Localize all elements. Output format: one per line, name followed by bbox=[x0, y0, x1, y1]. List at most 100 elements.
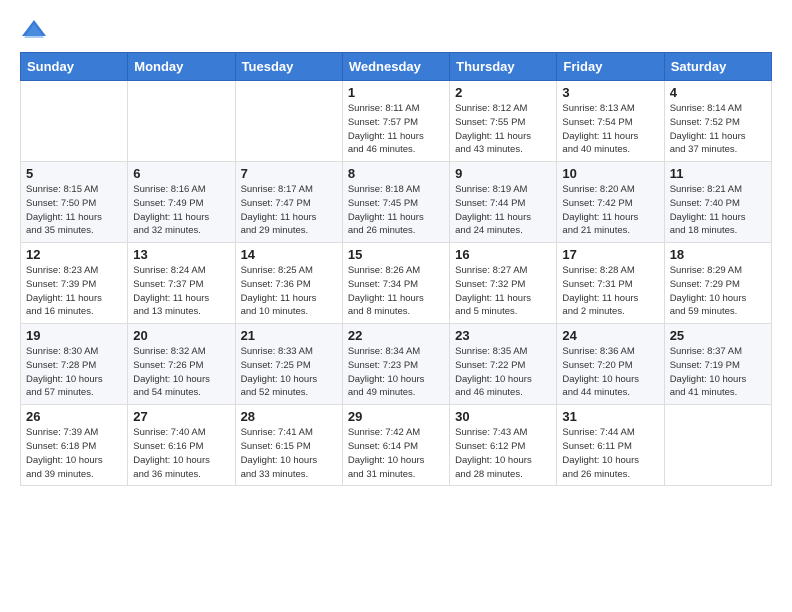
calendar-cell: 17Sunrise: 8:28 AM Sunset: 7:31 PM Dayli… bbox=[557, 243, 664, 324]
calendar-cell bbox=[664, 405, 771, 486]
day-info: Sunrise: 8:34 AM Sunset: 7:23 PM Dayligh… bbox=[348, 345, 444, 400]
day-info: Sunrise: 8:12 AM Sunset: 7:55 PM Dayligh… bbox=[455, 102, 551, 157]
calendar-cell: 6 Sunrise: 8:16 AM Sunset: 7:49 PM Daylig… bbox=[128, 162, 235, 243]
day-info: Sunrise: 8:18 AM Sunset: 7:45 PM Dayligh… bbox=[348, 183, 444, 238]
day-number: 6 bbox=[133, 166, 229, 181]
calendar-cell: 11 Sunrise: 8:21 AM Sunset: 7:40 PM Dayli… bbox=[664, 162, 771, 243]
day-number: 29 bbox=[348, 409, 444, 424]
calendar-cell: 21 Sunrise: 8:33 AM Sunset: 7:25 PM Dayli… bbox=[235, 324, 342, 405]
calendar-cell: 25 Sunrise: 8:37 AM Sunset: 7:19 PM Dayli… bbox=[664, 324, 771, 405]
day-info: Sunrise: 8:35 AM Sunset: 7:22 PM Dayligh… bbox=[455, 345, 551, 400]
calendar-cell: 18 Sunrise: 8:29 AM Sunset: 7:29 PM Dayli… bbox=[664, 243, 771, 324]
weekday-header-tuesday: Tuesday bbox=[235, 53, 342, 81]
day-info: Sunrise: 8:37 AM Sunset: 7:19 PM Dayligh… bbox=[670, 345, 766, 400]
day-number: 28 bbox=[241, 409, 337, 424]
day-number: 31 bbox=[562, 409, 658, 424]
day-number: 19 bbox=[26, 328, 122, 343]
weekday-header-sunday: Sunday bbox=[21, 53, 128, 81]
day-info: Sunrise: 8:36 AM Sunset: 7:20 PM Dayligh… bbox=[562, 345, 658, 400]
day-number: 5 bbox=[26, 166, 122, 181]
calendar-cell: 1 Sunrise: 8:11 AM Sunset: 7:57 PM Daylig… bbox=[342, 81, 449, 162]
day-info: Sunrise: 8:27 AM Sunset: 7:32 PM Dayligh… bbox=[455, 264, 551, 319]
calendar-cell: 20 Sunrise: 8:32 AM Sunset: 7:26 PM Dayli… bbox=[128, 324, 235, 405]
day-number: 18 bbox=[670, 247, 766, 262]
weekday-row: SundayMondayTuesdayWednesdayThursdayFrid… bbox=[21, 53, 772, 81]
day-number: 10 bbox=[562, 166, 658, 181]
day-number: 21 bbox=[241, 328, 337, 343]
day-info: Sunrise: 8:32 AM Sunset: 7:26 PM Dayligh… bbox=[133, 345, 229, 400]
day-info: Sunrise: 8:28 AM Sunset: 7:31 PM Dayligh… bbox=[562, 264, 658, 319]
day-info: Sunrise: 8:30 AM Sunset: 7:28 PM Dayligh… bbox=[26, 345, 122, 400]
day-number: 8 bbox=[348, 166, 444, 181]
calendar-cell: 28 Sunrise: 7:41 AM Sunset: 6:15 PM Dayli… bbox=[235, 405, 342, 486]
day-info: Sunrise: 7:44 AM Sunset: 6:11 PM Dayligh… bbox=[562, 426, 658, 481]
day-info: Sunrise: 7:40 AM Sunset: 6:16 PM Dayligh… bbox=[133, 426, 229, 481]
day-info: Sunrise: 8:20 AM Sunset: 7:42 PM Dayligh… bbox=[562, 183, 658, 238]
calendar-cell: 2 Sunrise: 8:12 AM Sunset: 7:55 PM Daylig… bbox=[450, 81, 557, 162]
calendar-cell: 14 Sunrise: 8:25 AM Sunset: 7:36 PM Dayli… bbox=[235, 243, 342, 324]
calendar-cell: 29 Sunrise: 7:42 AM Sunset: 6:14 PM Dayli… bbox=[342, 405, 449, 486]
day-number: 2 bbox=[455, 85, 551, 100]
calendar-week-3: 12 Sunrise: 8:23 AM Sunset: 7:39 PM Dayli… bbox=[21, 243, 772, 324]
calendar-cell: 5 Sunrise: 8:15 AM Sunset: 7:50 PM Daylig… bbox=[21, 162, 128, 243]
day-number: 4 bbox=[670, 85, 766, 100]
calendar-cell bbox=[128, 81, 235, 162]
day-info: Sunrise: 8:11 AM Sunset: 7:57 PM Dayligh… bbox=[348, 102, 444, 157]
calendar-cell: 13 Sunrise: 8:24 AM Sunset: 7:37 PM Dayli… bbox=[128, 243, 235, 324]
day-number: 13 bbox=[133, 247, 229, 262]
weekday-header-saturday: Saturday bbox=[664, 53, 771, 81]
calendar-cell bbox=[21, 81, 128, 162]
calendar-cell: 12 Sunrise: 8:23 AM Sunset: 7:39 PM Dayli… bbox=[21, 243, 128, 324]
day-number: 7 bbox=[241, 166, 337, 181]
calendar-body: 1 Sunrise: 8:11 AM Sunset: 7:57 PM Daylig… bbox=[21, 81, 772, 486]
day-info: Sunrise: 7:42 AM Sunset: 6:14 PM Dayligh… bbox=[348, 426, 444, 481]
day-info: Sunrise: 8:25 AM Sunset: 7:36 PM Dayligh… bbox=[241, 264, 337, 319]
weekday-header-monday: Monday bbox=[128, 53, 235, 81]
day-number: 9 bbox=[455, 166, 551, 181]
weekday-header-thursday: Thursday bbox=[450, 53, 557, 81]
day-info: Sunrise: 8:29 AM Sunset: 7:29 PM Dayligh… bbox=[670, 264, 766, 319]
day-number: 24 bbox=[562, 328, 658, 343]
day-number: 11 bbox=[670, 166, 766, 181]
day-number: 14 bbox=[241, 247, 337, 262]
day-info: Sunrise: 8:23 AM Sunset: 7:39 PM Dayligh… bbox=[26, 264, 122, 319]
day-info: Sunrise: 8:33 AM Sunset: 7:25 PM Dayligh… bbox=[241, 345, 337, 400]
weekday-header-wednesday: Wednesday bbox=[342, 53, 449, 81]
logo bbox=[20, 16, 52, 44]
day-number: 22 bbox=[348, 328, 444, 343]
day-number: 3 bbox=[562, 85, 658, 100]
calendar-week-4: 19 Sunrise: 8:30 AM Sunset: 7:28 PM Dayli… bbox=[21, 324, 772, 405]
day-number: 1 bbox=[348, 85, 444, 100]
day-number: 27 bbox=[133, 409, 229, 424]
day-number: 26 bbox=[26, 409, 122, 424]
page: SundayMondayTuesdayWednesdayThursdayFrid… bbox=[0, 0, 792, 502]
day-info: Sunrise: 8:24 AM Sunset: 7:37 PM Dayligh… bbox=[133, 264, 229, 319]
calendar-cell: 9Sunrise: 8:19 AM Sunset: 7:44 PM Daylig… bbox=[450, 162, 557, 243]
calendar-cell: 8 Sunrise: 8:18 AM Sunset: 7:45 PM Daylig… bbox=[342, 162, 449, 243]
calendar-table: SundayMondayTuesdayWednesdayThursdayFrid… bbox=[20, 52, 772, 486]
day-number: 16 bbox=[455, 247, 551, 262]
day-info: Sunrise: 8:13 AM Sunset: 7:54 PM Dayligh… bbox=[562, 102, 658, 157]
day-info: Sunrise: 8:16 AM Sunset: 7:49 PM Dayligh… bbox=[133, 183, 229, 238]
day-info: Sunrise: 7:41 AM Sunset: 6:15 PM Dayligh… bbox=[241, 426, 337, 481]
day-number: 30 bbox=[455, 409, 551, 424]
calendar-cell: 3 Sunrise: 8:13 AM Sunset: 7:54 PM Daylig… bbox=[557, 81, 664, 162]
calendar-cell: 30 Sunrise: 7:43 AM Sunset: 6:12 PM Dayli… bbox=[450, 405, 557, 486]
calendar-cell: 19 Sunrise: 8:30 AM Sunset: 7:28 PM Dayli… bbox=[21, 324, 128, 405]
day-number: 12 bbox=[26, 247, 122, 262]
calendar-cell: 15Sunrise: 8:26 AM Sunset: 7:34 PM Dayli… bbox=[342, 243, 449, 324]
calendar-cell: 27 Sunrise: 7:40 AM Sunset: 6:16 PM Dayli… bbox=[128, 405, 235, 486]
weekday-header-friday: Friday bbox=[557, 53, 664, 81]
day-number: 15 bbox=[348, 247, 444, 262]
day-info: Sunrise: 7:43 AM Sunset: 6:12 PM Dayligh… bbox=[455, 426, 551, 481]
calendar-week-5: 26 Sunrise: 7:39 AM Sunset: 6:18 PM Dayli… bbox=[21, 405, 772, 486]
day-info: Sunrise: 7:39 AM Sunset: 6:18 PM Dayligh… bbox=[26, 426, 122, 481]
day-number: 25 bbox=[670, 328, 766, 343]
day-info: Sunrise: 8:15 AM Sunset: 7:50 PM Dayligh… bbox=[26, 183, 122, 238]
day-number: 20 bbox=[133, 328, 229, 343]
header bbox=[20, 16, 772, 44]
calendar-cell: 23Sunrise: 8:35 AM Sunset: 7:22 PM Dayli… bbox=[450, 324, 557, 405]
day-info: Sunrise: 8:21 AM Sunset: 7:40 PM Dayligh… bbox=[670, 183, 766, 238]
calendar-cell: 31 Sunrise: 7:44 AM Sunset: 6:11 PM Dayli… bbox=[557, 405, 664, 486]
day-info: Sunrise: 8:17 AM Sunset: 7:47 PM Dayligh… bbox=[241, 183, 337, 238]
